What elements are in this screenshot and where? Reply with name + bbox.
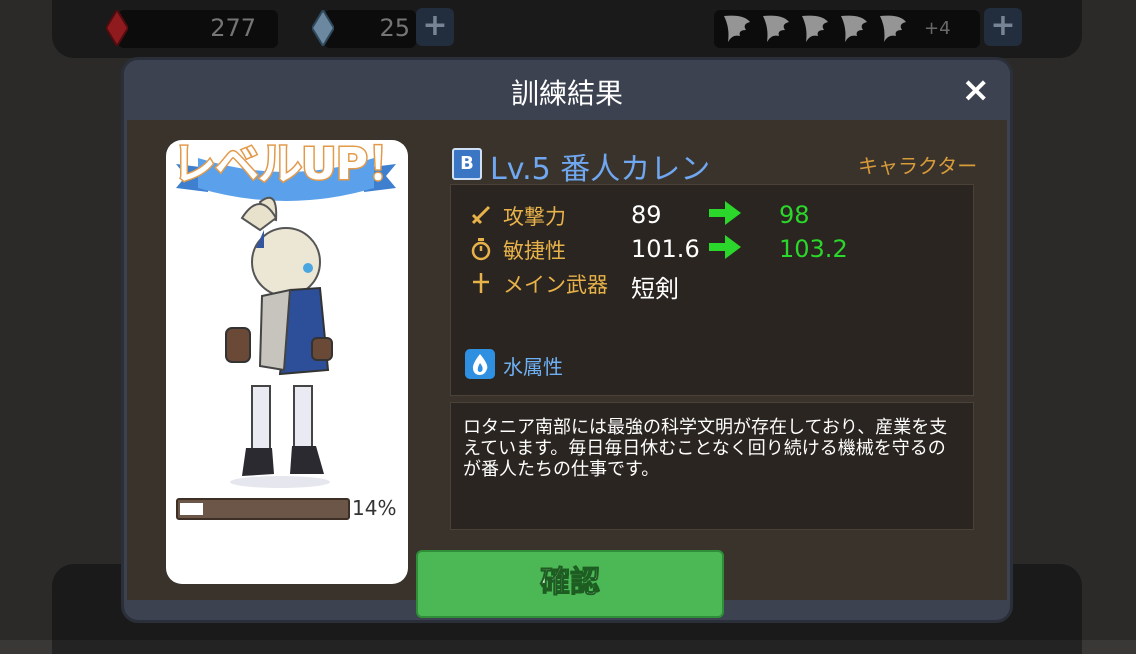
modal-title: 訓練結果 bbox=[510, 77, 623, 110]
confirm-button[interactable]: 確認 bbox=[416, 550, 724, 618]
arrow-right-icon bbox=[709, 201, 741, 225]
stat-old-value: 89 bbox=[631, 201, 662, 229]
arrow-right-icon bbox=[709, 235, 741, 259]
rank-badge: B bbox=[452, 148, 482, 180]
water-element-icon bbox=[465, 349, 495, 379]
levelup-text: レベルUP！ bbox=[171, 138, 413, 192]
description-panel: ロタニア南部には最強の科学文明が存在しており、産業を支えています。毎日毎日休むこ… bbox=[450, 402, 974, 530]
stat-label: 敏捷性 bbox=[503, 239, 566, 263]
sword-icon bbox=[471, 205, 491, 225]
stat-row-weapon: メイン武器 短剣 bbox=[451, 267, 973, 303]
stats-panel: 攻撃力 89 98 敏捷性 101.6 103.2 メイン武器 短剣 水属性 bbox=[450, 184, 974, 396]
element-label: 水属性 bbox=[503, 355, 563, 379]
stat-old-value: 101.6 bbox=[631, 235, 700, 263]
close-icon[interactable]: × bbox=[962, 70, 991, 110]
character-name: Lv.5 番人カレン bbox=[490, 152, 711, 187]
stat-label: 攻撃力 bbox=[503, 205, 566, 229]
xp-progress-bar bbox=[176, 498, 350, 520]
xp-percent: 14% bbox=[352, 496, 397, 520]
character-portrait bbox=[225, 196, 333, 488]
stopwatch-icon bbox=[471, 238, 491, 261]
character-type: キャラクター bbox=[858, 154, 978, 178]
stat-new-value: 98 bbox=[779, 201, 810, 229]
stat-row-attack: 攻撃力 89 98 bbox=[451, 199, 973, 233]
stat-row-agility: 敏捷性 101.6 103.2 bbox=[451, 233, 973, 267]
dagger-icon bbox=[473, 273, 489, 293]
stat-label: メイン武器 bbox=[503, 273, 608, 297]
stat-weapon-value: 短剣 bbox=[631, 275, 679, 303]
stat-new-value: 103.2 bbox=[779, 235, 848, 263]
character-description: ロタニア南部には最強の科学文明が存在しており、産業を支えています。毎日毎日休むこ… bbox=[463, 417, 948, 480]
xp-progress-fill bbox=[180, 503, 203, 515]
modal-header: 訓練結果 × bbox=[124, 60, 1010, 120]
